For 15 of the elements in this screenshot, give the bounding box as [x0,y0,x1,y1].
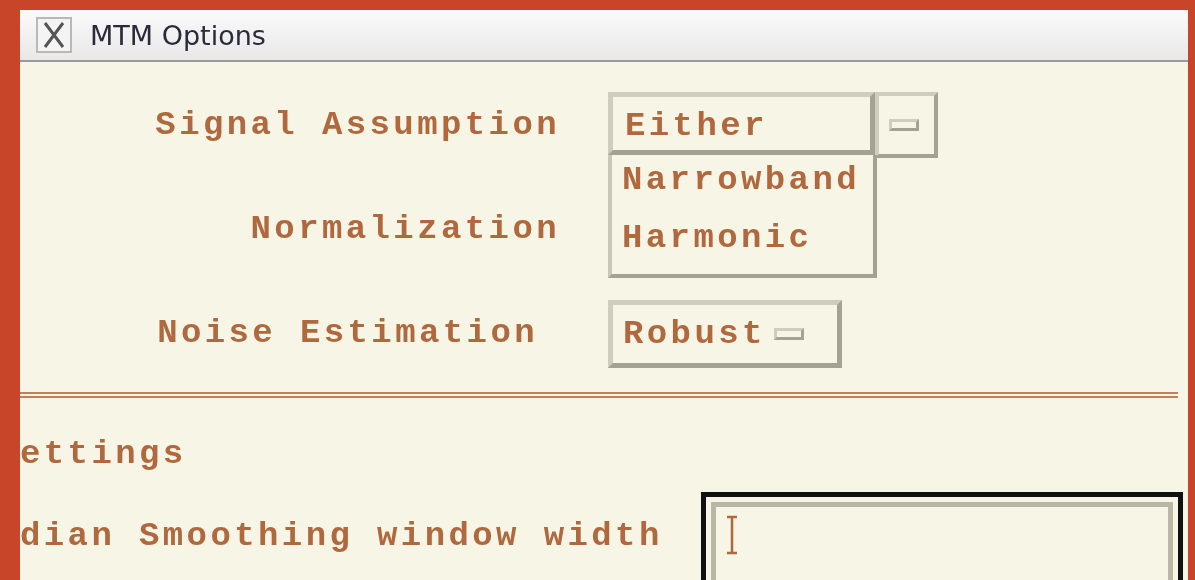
option-label: Normalization [250,210,560,248]
dropdown-indicator-icon [773,328,804,340]
menu-item[interactable]: Narrowband [622,163,863,197]
x-logo-icon [36,17,72,53]
option-label: Signal Assumption [155,106,560,144]
window-title: MTM Options [90,19,266,51]
field-label: dian Smoothing window width [20,516,663,556]
section-title: ettings [20,434,188,474]
dropdown-value[interactable]: Either [608,92,875,155]
input-field[interactable] [700,492,1183,580]
option-label: Noise Estimation [157,314,538,352]
text-cursor-icon [725,515,738,555]
dropdown[interactable]: Robust [608,300,842,368]
dropdown-indicator-icon [889,119,919,131]
menu-item[interactable]: Harmonic [622,221,863,255]
